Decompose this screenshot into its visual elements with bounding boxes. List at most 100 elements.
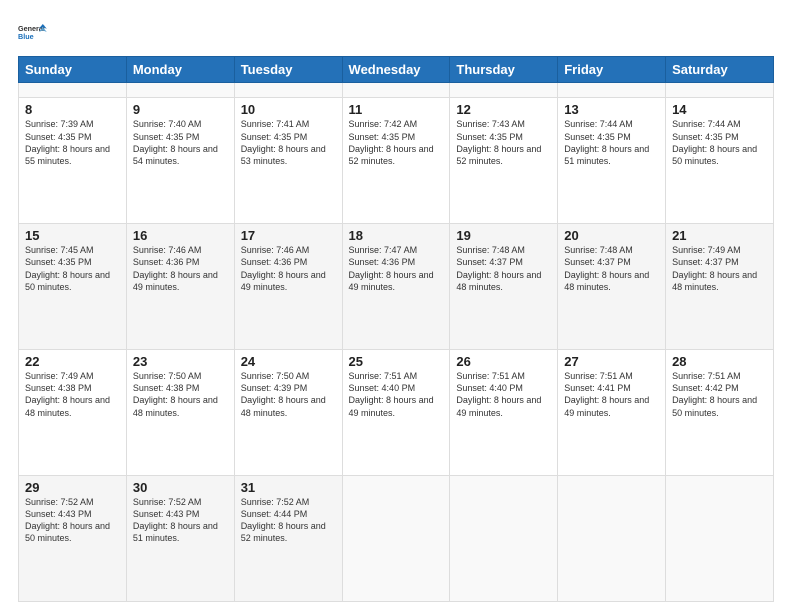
day-cell-27: 27Sunrise: 7:51 AMSunset: 4:41 PMDayligh… <box>558 350 666 476</box>
logo: GeneralBlue <box>18 16 50 48</box>
empty-cell <box>342 83 450 98</box>
day-cell-26: 26Sunrise: 7:51 AMSunset: 4:40 PMDayligh… <box>450 350 558 476</box>
day-info: Sunrise: 7:44 AMSunset: 4:35 PMDaylight:… <box>672 118 767 167</box>
day-number: 14 <box>672 102 767 117</box>
day-cell-31: 31Sunrise: 7:52 AMSunset: 4:44 PMDayligh… <box>234 476 342 602</box>
weekday-header-saturday: Saturday <box>666 57 774 83</box>
day-number: 25 <box>349 354 444 369</box>
day-number: 10 <box>241 102 336 117</box>
day-info: Sunrise: 7:48 AMSunset: 4:37 PMDaylight:… <box>564 244 659 293</box>
day-cell-14: 14Sunrise: 7:44 AMSunset: 4:35 PMDayligh… <box>666 98 774 224</box>
day-cell-23: 23Sunrise: 7:50 AMSunset: 4:38 PMDayligh… <box>126 350 234 476</box>
header: GeneralBlue <box>18 16 774 48</box>
day-number: 31 <box>241 480 336 495</box>
weekday-header-monday: Monday <box>126 57 234 83</box>
day-number: 17 <box>241 228 336 243</box>
weekday-header-thursday: Thursday <box>450 57 558 83</box>
empty-cell <box>126 83 234 98</box>
day-number: 29 <box>25 480 120 495</box>
empty-cell <box>666 83 774 98</box>
empty-cell <box>450 83 558 98</box>
day-cell-11: 11Sunrise: 7:42 AMSunset: 4:35 PMDayligh… <box>342 98 450 224</box>
empty-cell <box>558 83 666 98</box>
day-cell-29: 29Sunrise: 7:52 AMSunset: 4:43 PMDayligh… <box>19 476 127 602</box>
calendar-body: 8Sunrise: 7:39 AMSunset: 4:35 PMDaylight… <box>19 83 774 602</box>
day-cell-15: 15Sunrise: 7:45 AMSunset: 4:35 PMDayligh… <box>19 224 127 350</box>
day-info: Sunrise: 7:50 AMSunset: 4:39 PMDaylight:… <box>241 370 336 419</box>
day-info: Sunrise: 7:40 AMSunset: 4:35 PMDaylight:… <box>133 118 228 167</box>
day-number: 19 <box>456 228 551 243</box>
week-row-4: 22Sunrise: 7:49 AMSunset: 4:38 PMDayligh… <box>19 350 774 476</box>
day-cell-13: 13Sunrise: 7:44 AMSunset: 4:35 PMDayligh… <box>558 98 666 224</box>
day-info: Sunrise: 7:52 AMSunset: 4:43 PMDaylight:… <box>133 496 228 545</box>
day-number: 8 <box>25 102 120 117</box>
day-cell-16: 16Sunrise: 7:46 AMSunset: 4:36 PMDayligh… <box>126 224 234 350</box>
day-number: 24 <box>241 354 336 369</box>
day-info: Sunrise: 7:51 AMSunset: 4:42 PMDaylight:… <box>672 370 767 419</box>
day-cell-28: 28Sunrise: 7:51 AMSunset: 4:42 PMDayligh… <box>666 350 774 476</box>
day-info: Sunrise: 7:49 AMSunset: 4:38 PMDaylight:… <box>25 370 120 419</box>
day-info: Sunrise: 7:52 AMSunset: 4:44 PMDaylight:… <box>241 496 336 545</box>
day-info: Sunrise: 7:46 AMSunset: 4:36 PMDaylight:… <box>133 244 228 293</box>
day-cell-24: 24Sunrise: 7:50 AMSunset: 4:39 PMDayligh… <box>234 350 342 476</box>
day-info: Sunrise: 7:51 AMSunset: 4:40 PMDaylight:… <box>456 370 551 419</box>
weekday-header-friday: Friday <box>558 57 666 83</box>
day-number: 13 <box>564 102 659 117</box>
weekday-header-tuesday: Tuesday <box>234 57 342 83</box>
empty-cell <box>19 83 127 98</box>
day-cell-12: 12Sunrise: 7:43 AMSunset: 4:35 PMDayligh… <box>450 98 558 224</box>
day-info: Sunrise: 7:51 AMSunset: 4:41 PMDaylight:… <box>564 370 659 419</box>
day-number: 21 <box>672 228 767 243</box>
week-row-3: 15Sunrise: 7:45 AMSunset: 4:35 PMDayligh… <box>19 224 774 350</box>
day-number: 15 <box>25 228 120 243</box>
empty-cell <box>666 476 774 602</box>
day-cell-25: 25Sunrise: 7:51 AMSunset: 4:40 PMDayligh… <box>342 350 450 476</box>
day-number: 20 <box>564 228 659 243</box>
day-number: 12 <box>456 102 551 117</box>
calendar-page: GeneralBlue SundayMondayTuesdayWednesday… <box>0 0 792 612</box>
day-info: Sunrise: 7:41 AMSunset: 4:35 PMDaylight:… <box>241 118 336 167</box>
day-info: Sunrise: 7:51 AMSunset: 4:40 PMDaylight:… <box>349 370 444 419</box>
day-number: 11 <box>349 102 444 117</box>
weekday-header-wednesday: Wednesday <box>342 57 450 83</box>
day-info: Sunrise: 7:49 AMSunset: 4:37 PMDaylight:… <box>672 244 767 293</box>
day-info: Sunrise: 7:45 AMSunset: 4:35 PMDaylight:… <box>25 244 120 293</box>
empty-cell <box>342 476 450 602</box>
week-row-2: 8Sunrise: 7:39 AMSunset: 4:35 PMDaylight… <box>19 98 774 224</box>
empty-cell <box>558 476 666 602</box>
calendar-header: SundayMondayTuesdayWednesdayThursdayFrid… <box>19 57 774 83</box>
day-number: 30 <box>133 480 228 495</box>
day-number: 28 <box>672 354 767 369</box>
day-cell-22: 22Sunrise: 7:49 AMSunset: 4:38 PMDayligh… <box>19 350 127 476</box>
day-cell-19: 19Sunrise: 7:48 AMSunset: 4:37 PMDayligh… <box>450 224 558 350</box>
empty-cell <box>450 476 558 602</box>
day-cell-18: 18Sunrise: 7:47 AMSunset: 4:36 PMDayligh… <box>342 224 450 350</box>
week-row-1 <box>19 83 774 98</box>
svg-text:Blue: Blue <box>18 32 34 41</box>
day-number: 16 <box>133 228 228 243</box>
weekday-header-row: SundayMondayTuesdayWednesdayThursdayFrid… <box>19 57 774 83</box>
day-info: Sunrise: 7:43 AMSunset: 4:35 PMDaylight:… <box>456 118 551 167</box>
day-cell-17: 17Sunrise: 7:46 AMSunset: 4:36 PMDayligh… <box>234 224 342 350</box>
day-info: Sunrise: 7:48 AMSunset: 4:37 PMDaylight:… <box>456 244 551 293</box>
day-info: Sunrise: 7:39 AMSunset: 4:35 PMDaylight:… <box>25 118 120 167</box>
day-info: Sunrise: 7:52 AMSunset: 4:43 PMDaylight:… <box>25 496 120 545</box>
day-number: 22 <box>25 354 120 369</box>
day-cell-20: 20Sunrise: 7:48 AMSunset: 4:37 PMDayligh… <box>558 224 666 350</box>
day-info: Sunrise: 7:44 AMSunset: 4:35 PMDaylight:… <box>564 118 659 167</box>
day-number: 9 <box>133 102 228 117</box>
day-info: Sunrise: 7:42 AMSunset: 4:35 PMDaylight:… <box>349 118 444 167</box>
day-number: 18 <box>349 228 444 243</box>
day-cell-9: 9Sunrise: 7:40 AMSunset: 4:35 PMDaylight… <box>126 98 234 224</box>
day-info: Sunrise: 7:47 AMSunset: 4:36 PMDaylight:… <box>349 244 444 293</box>
day-number: 23 <box>133 354 228 369</box>
day-info: Sunrise: 7:50 AMSunset: 4:38 PMDaylight:… <box>133 370 228 419</box>
day-number: 26 <box>456 354 551 369</box>
calendar-table: SundayMondayTuesdayWednesdayThursdayFrid… <box>18 56 774 602</box>
day-cell-10: 10Sunrise: 7:41 AMSunset: 4:35 PMDayligh… <box>234 98 342 224</box>
day-info: Sunrise: 7:46 AMSunset: 4:36 PMDaylight:… <box>241 244 336 293</box>
day-number: 27 <box>564 354 659 369</box>
day-cell-8: 8Sunrise: 7:39 AMSunset: 4:35 PMDaylight… <box>19 98 127 224</box>
week-row-5: 29Sunrise: 7:52 AMSunset: 4:43 PMDayligh… <box>19 476 774 602</box>
logo-icon: GeneralBlue <box>18 16 50 48</box>
